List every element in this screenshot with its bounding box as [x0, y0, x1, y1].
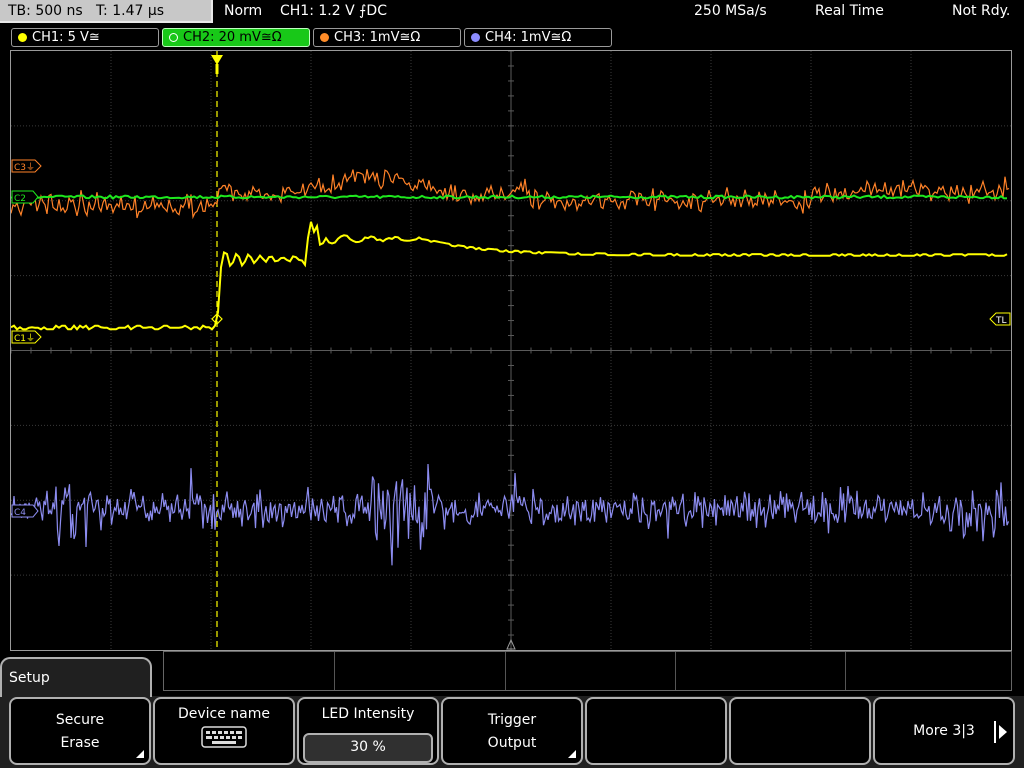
trigger-level-label: TL — [995, 316, 1007, 326]
ch4-ref-marker[interactable]: C4 — [11, 504, 39, 518]
channel-tab-ch2[interactable]: CH2: 20 mV≅Ω — [162, 28, 310, 47]
timebase-readout[interactable]: TB: 500 ns T: 1.47 µs — [0, 0, 213, 23]
channel-tab-ch1[interactable]: CH1: 5 V≅ — [11, 28, 159, 47]
trigger-time-value: T: 1.47 µs — [96, 3, 165, 19]
ch3-label: CH3: 1mV≅Ω — [334, 29, 421, 45]
ch1-ref-marker[interactable]: C1⏚ — [11, 330, 42, 344]
softkey-label: Trigger — [487, 712, 537, 728]
ch4-color-dot — [471, 33, 480, 42]
softkey-label: Device name — [177, 706, 271, 722]
channel-tab-ch4[interactable]: CH4: 1mV≅Ω — [464, 28, 612, 47]
strip-divider — [675, 652, 676, 690]
ch4-waveform — [11, 463, 1010, 566]
softkey-label: More 3|3 — [913, 723, 975, 739]
ch2-ref-label: C2 — [14, 194, 26, 204]
trigger-info[interactable]: CH1: 1.2 V ⨍DC — [280, 0, 387, 23]
arrow-right-icon — [999, 725, 1007, 739]
ch3-ref-marker[interactable]: C3⏚ — [11, 159, 42, 173]
submenu-corner-icon — [136, 750, 144, 758]
strip-divider — [334, 652, 335, 690]
submenu-corner-icon — [568, 750, 576, 758]
trigger-position-stem — [215, 64, 219, 74]
graticule — [11, 51, 1011, 650]
trigger-level-marker[interactable]: TL — [989, 312, 1011, 326]
strip-divider — [505, 652, 506, 690]
ch2-ref-marker[interactable]: C2 — [11, 190, 39, 204]
menu-title: Setup — [9, 670, 50, 686]
menu-title-tab: Setup — [0, 657, 152, 697]
ch2-label: CH2: 20 mV≅Ω — [183, 29, 282, 45]
softkey-label: Erase — [60, 735, 100, 751]
timebase-value: TB: 500 ns — [8, 3, 83, 19]
led-intensity-value[interactable]: 30 % — [303, 733, 433, 763]
acquisition-state: Not Rdy. — [952, 3, 1011, 19]
ch3-waveform — [11, 169, 1010, 220]
softkey-label: LED Intensity — [321, 706, 415, 722]
empty-softkey[interactable] — [585, 697, 727, 765]
sample-rate: 250 MSa/s — [694, 3, 767, 19]
trigger-mode[interactable]: Norm — [224, 0, 262, 23]
ch4-ref-label: C4 — [14, 508, 26, 518]
ch4-label: CH4: 1mV≅Ω — [485, 29, 572, 45]
trigger-output-button[interactable]: Trigger Output — [441, 697, 583, 765]
keyboard-icon — [201, 726, 247, 748]
more-button[interactable]: More 3|3 — [873, 697, 1015, 765]
waveform-display[interactable]: C3⏚ C2 C1⏚ C4 TL — [10, 50, 1012, 651]
softkey-label: Secure — [55, 712, 105, 728]
softkey-label: Output — [487, 735, 537, 751]
status-bar: TB: 500 ns T: 1.47 µs Norm CH1: 1.2 V ⨍D… — [0, 0, 1024, 26]
ch1-color-dot — [18, 33, 27, 42]
empty-softkey[interactable] — [729, 697, 871, 765]
acquisition-mode: Real Time — [815, 3, 884, 19]
ch1-ref-label: C1⏚ — [14, 333, 35, 344]
ch3-color-dot — [320, 33, 329, 42]
secure-erase-button[interactable]: Secure Erase — [9, 697, 151, 765]
strip-divider — [845, 652, 846, 690]
trigger-position-icon[interactable] — [211, 55, 223, 65]
channel-tab-ch3[interactable]: CH3: 1mV≅Ω — [313, 28, 461, 47]
led-intensity-button[interactable]: LED Intensity 30 % — [297, 697, 439, 765]
ch1-label: CH1: 5 V≅ — [32, 29, 100, 45]
waveform-canvas: C3⏚ C2 C1⏚ C4 TL — [11, 51, 1011, 650]
ch2-color-dot — [169, 33, 178, 42]
more-divider — [994, 721, 996, 743]
device-name-button[interactable]: Device name — [153, 697, 295, 765]
info-strip — [163, 651, 1012, 691]
ch3-ref-label: C3⏚ — [14, 162, 35, 173]
